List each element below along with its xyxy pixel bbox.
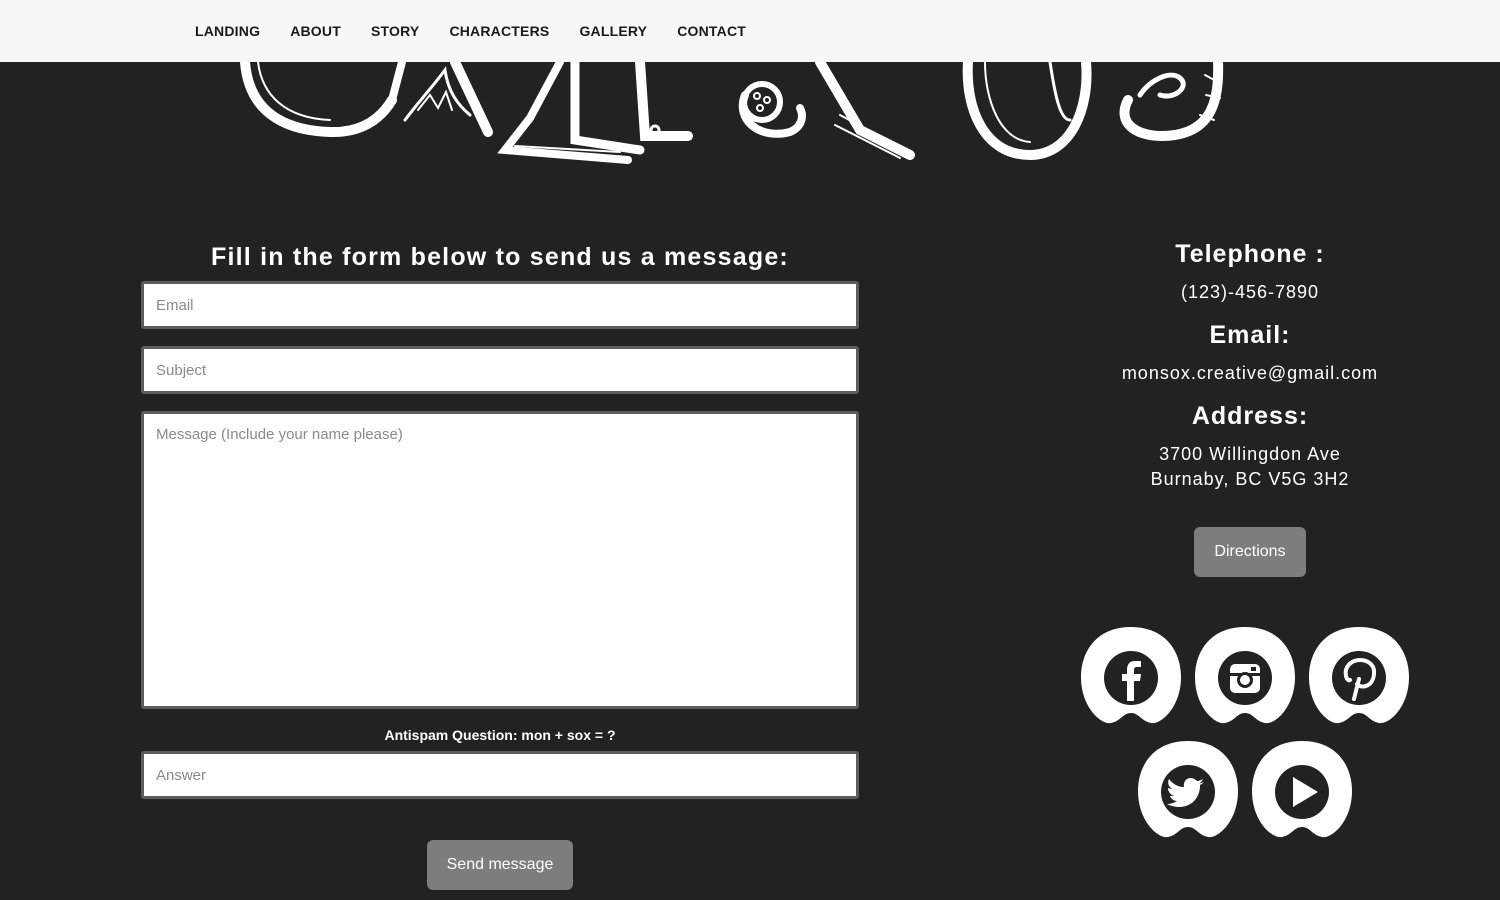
message-field[interactable] — [141, 411, 859, 709]
address-line-1: 3700 Willingdon Ave — [1159, 444, 1341, 464]
nav-item-story[interactable]: STORY — [371, 23, 419, 39]
pinterest-button[interactable] — [1309, 627, 1409, 727]
antispam-label: Antispam Question: mon + sox = ? — [384, 727, 616, 743]
pinterest-icon — [1309, 627, 1409, 724]
email-heading: Email: — [1209, 321, 1291, 349]
nav-item-characters[interactable]: CHARACTERS — [449, 23, 549, 39]
top-nav: LANDING ABOUT STORY CHARACTERS GALLERY C… — [0, 0, 1500, 62]
email-field[interactable] — [141, 281, 859, 329]
answer-field[interactable] — [141, 751, 859, 799]
nav-item-about[interactable]: ABOUT — [290, 23, 341, 39]
youtube-button[interactable] — [1252, 741, 1352, 841]
facebook-button[interactable] — [1081, 627, 1181, 727]
address-line-2: Burnaby, BC V5G 3H2 — [1150, 469, 1350, 489]
nav-list: LANDING ABOUT STORY CHARACTERS GALLERY C… — [0, 23, 776, 39]
nav-item-landing[interactable]: LANDING — [195, 23, 260, 39]
nav-item-gallery[interactable]: GALLERY — [579, 23, 647, 39]
subject-field[interactable] — [141, 346, 859, 394]
twitter-button[interactable] — [1138, 741, 1238, 841]
email-value: monsox.creative@gmail.com — [1121, 363, 1379, 383]
instagram-icon — [1195, 627, 1295, 724]
telephone-value: (123)-456-7890 — [1180, 282, 1320, 302]
directions-button[interactable]: Directions — [1194, 527, 1306, 577]
twitter-icon — [1138, 741, 1238, 838]
form-title: Fill in the form below to send us a mess… — [211, 243, 789, 271]
address-heading: Address: — [1191, 402, 1309, 430]
send-message-button[interactable]: Send message — [427, 840, 573, 890]
instagram-button[interactable] — [1195, 627, 1295, 727]
facebook-icon — [1081, 627, 1181, 724]
contact-form: Fill in the form below to send us a mess… — [141, 240, 859, 890]
telephone-heading: Telephone : — [1175, 240, 1325, 268]
play-icon — [1252, 741, 1352, 838]
nav-item-contact[interactable]: CONTACT — [677, 23, 746, 39]
